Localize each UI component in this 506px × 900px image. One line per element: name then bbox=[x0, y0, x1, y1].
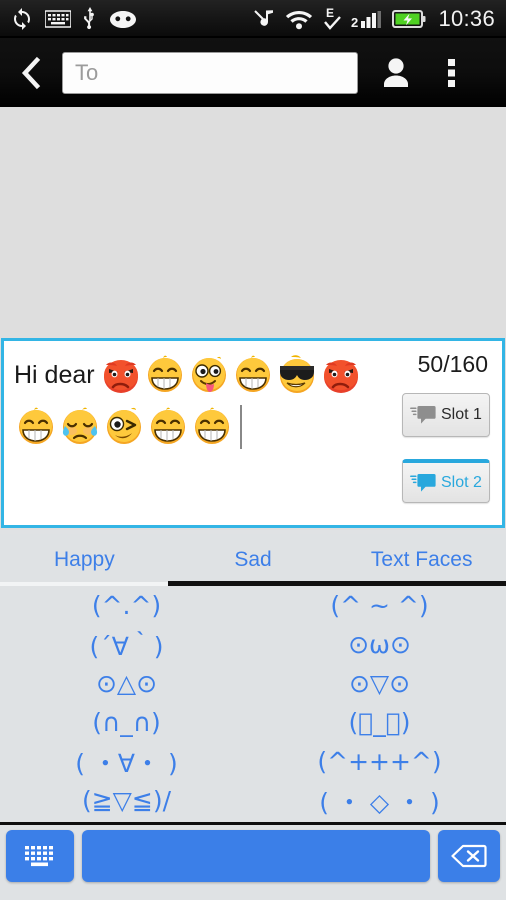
status-bar-right-icons: E 2 10:36 bbox=[252, 6, 506, 32]
text-face-item[interactable]: (∩_∩) bbox=[0, 703, 253, 742]
edge-network-icon: E bbox=[324, 6, 342, 30]
sms-bubble-icon bbox=[410, 406, 436, 424]
keyboard-icon bbox=[45, 10, 71, 28]
svg-text:2: 2 bbox=[351, 15, 358, 30]
back-chevron-icon bbox=[21, 56, 41, 89]
character-counter: 50/160 bbox=[417, 351, 488, 377]
angry-red-face-emoji bbox=[323, 360, 358, 393]
tab-text-faces-label: Text Faces bbox=[370, 548, 473, 571]
angry-red-face-emoji bbox=[103, 360, 138, 393]
sync-icon bbox=[14, 8, 30, 30]
keyboard-toggle-key[interactable] bbox=[6, 830, 74, 882]
contact-person-icon bbox=[384, 57, 408, 87]
sms-bubble-icon bbox=[410, 473, 436, 492]
action-bar bbox=[0, 38, 506, 107]
text-face-item[interactable]: ⊙ω⊙ bbox=[253, 625, 506, 664]
text-face-item[interactable]: (ﾟ_ﾟ) bbox=[253, 703, 506, 742]
text-face-item[interactable]: ⊙△⊙ bbox=[0, 664, 253, 703]
grinning-face-emoji bbox=[195, 407, 229, 444]
battery-charging-icon bbox=[392, 10, 426, 28]
tongue-out-face-emoji bbox=[191, 356, 226, 392]
slot-1-label: Slot 1 bbox=[441, 406, 482, 423]
delete-key[interactable] bbox=[438, 830, 500, 882]
emoji-category-tabs: Happy Sad Text Faces bbox=[0, 534, 506, 586]
text-face-item[interactable]: (^.^) bbox=[0, 586, 253, 625]
android-head-icon bbox=[110, 11, 136, 28]
tab-text-faces[interactable]: Text Faces bbox=[337, 534, 506, 586]
tab-happy[interactable]: Happy bbox=[0, 534, 169, 586]
tab-sad-label: Sad bbox=[234, 548, 272, 571]
text-face-item[interactable]: (´∀｀) bbox=[0, 625, 253, 664]
contacts-button[interactable] bbox=[364, 38, 428, 107]
compose-section: Hi dear 50/160 Slot 1 Slot 2 bbox=[0, 336, 506, 530]
overflow-menu-button[interactable] bbox=[428, 38, 476, 107]
grinning-face-emoji bbox=[235, 355, 270, 392]
text-faces-grid: (^.^) (^ ~ ^) (´∀｀) ⊙ω⊙ ⊙△⊙ ⊙▽⊙ (∩_∩) (ﾟ… bbox=[0, 586, 506, 822]
space-key[interactable] bbox=[82, 830, 430, 882]
conversation-area bbox=[0, 107, 506, 336]
message-content[interactable]: Hi dear bbox=[14, 349, 358, 459]
status-bar-left-icons bbox=[0, 7, 252, 31]
svg-text:E: E bbox=[326, 6, 334, 20]
slot-2-label: Slot 2 bbox=[441, 473, 482, 491]
back-button[interactable] bbox=[0, 38, 62, 107]
compose-box[interactable]: Hi dear 50/160 Slot 1 Slot 2 bbox=[1, 338, 505, 528]
winking-face-emoji bbox=[107, 407, 141, 444]
text-face-item[interactable]: (≧▽≦)/ bbox=[0, 781, 253, 820]
tab-sad[interactable]: Sad bbox=[169, 534, 338, 586]
signal-bars-icon: 2 bbox=[351, 11, 382, 30]
message-line-2 bbox=[14, 401, 304, 453]
backspace-icon bbox=[451, 844, 487, 868]
wifi-icon bbox=[286, 11, 313, 30]
overflow-menu-icon bbox=[448, 58, 455, 87]
status-bar-clock: 10:36 bbox=[438, 6, 495, 31]
text-cursor bbox=[240, 405, 242, 449]
keyboard-icon bbox=[25, 846, 53, 867]
text-face-item[interactable]: ⊙▽⊙ bbox=[253, 664, 506, 703]
silent-mode-icon bbox=[254, 10, 274, 26]
sunglasses-face-emoji bbox=[279, 355, 314, 393]
app-screen: E 2 10:36 To Hi dear 50/160 Slot 1 Slot … bbox=[0, 0, 506, 900]
text-face-item[interactable]: (^+++^) bbox=[253, 742, 506, 781]
text-face-item[interactable]: ( ・ ◇ ・ ) bbox=[253, 781, 506, 820]
slot-2-button[interactable]: Slot 2 bbox=[402, 459, 490, 503]
text-face-item[interactable]: (^ ~ ^) bbox=[253, 586, 506, 625]
message-text: Hi dear bbox=[14, 360, 95, 389]
grinning-face-emoji bbox=[151, 407, 185, 444]
slot-1-button[interactable]: Slot 1 bbox=[402, 393, 490, 437]
message-line-1: Hi dear bbox=[14, 349, 358, 401]
grinning-face-emoji bbox=[19, 407, 53, 444]
recipient-input[interactable] bbox=[62, 51, 358, 94]
usb-icon bbox=[84, 7, 94, 30]
text-face-item[interactable]: ( ・∀・ ) bbox=[0, 742, 253, 781]
bottom-keyboard-bar bbox=[0, 822, 506, 900]
crying-face-emoji bbox=[62, 407, 98, 444]
grinning-face-emoji bbox=[147, 355, 182, 392]
tab-happy-label: Happy bbox=[53, 548, 115, 571]
status-bar: E 2 10:36 bbox=[0, 0, 506, 38]
